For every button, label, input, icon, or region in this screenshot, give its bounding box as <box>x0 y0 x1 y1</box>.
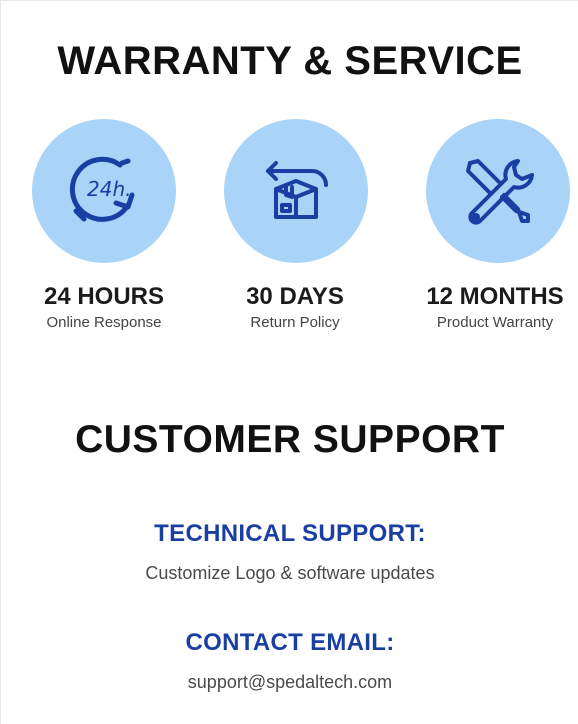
feature-list: 24h. 24 HOURS Online Response 30 DAYS Re <box>1 119 578 349</box>
feature-value: 30 DAYS <box>246 283 344 310</box>
return-box-icon <box>266 161 328 219</box>
feature-caption: Online Response <box>46 314 162 331</box>
customer-support-title: CUSTOMER SUPPORT <box>75 418 505 461</box>
feature-24-hours: 24h. 24 HOURS Online Response <box>15 119 193 333</box>
warranty-title: WARRANTY & SERVICE <box>57 39 523 83</box>
feature-value: 24 HOURS <box>43 283 165 310</box>
feature-caption: Return Policy <box>250 314 340 331</box>
feature-caption: Product Warranty <box>436 314 554 331</box>
icon-circle <box>426 119 570 263</box>
svg-text:24h.: 24h. <box>87 177 131 201</box>
feature-value: 12 MONTHS <box>426 283 564 310</box>
clock-24h-icon: 24h. <box>69 156 135 222</box>
technical-support-text: Customize Logo & software updates <box>145 563 435 583</box>
contact-email-address[interactable]: support@spedaltech.com <box>1 670 578 694</box>
warranty-service-card: WARRANTY & SERVICE 24h. 24 HOURS Online … <box>0 0 578 724</box>
tools-icon <box>466 159 534 225</box>
contact-email-block: CONTACT EMAIL: support@spedaltech.com <box>1 628 578 694</box>
icon-circle: 24h. <box>32 119 176 263</box>
technical-support-block: TECHNICAL SUPPORT: Customize Logo & soft… <box>1 519 578 585</box>
icon-circle <box>224 119 368 263</box>
contact-email-heading: CONTACT EMAIL: <box>185 629 395 656</box>
feature-30-days: 30 DAYS Return Policy <box>206 119 384 333</box>
feature-12-months: 12 MONTHS Product Warranty <box>406 119 578 333</box>
technical-support-heading: TECHNICAL SUPPORT: <box>154 520 426 547</box>
